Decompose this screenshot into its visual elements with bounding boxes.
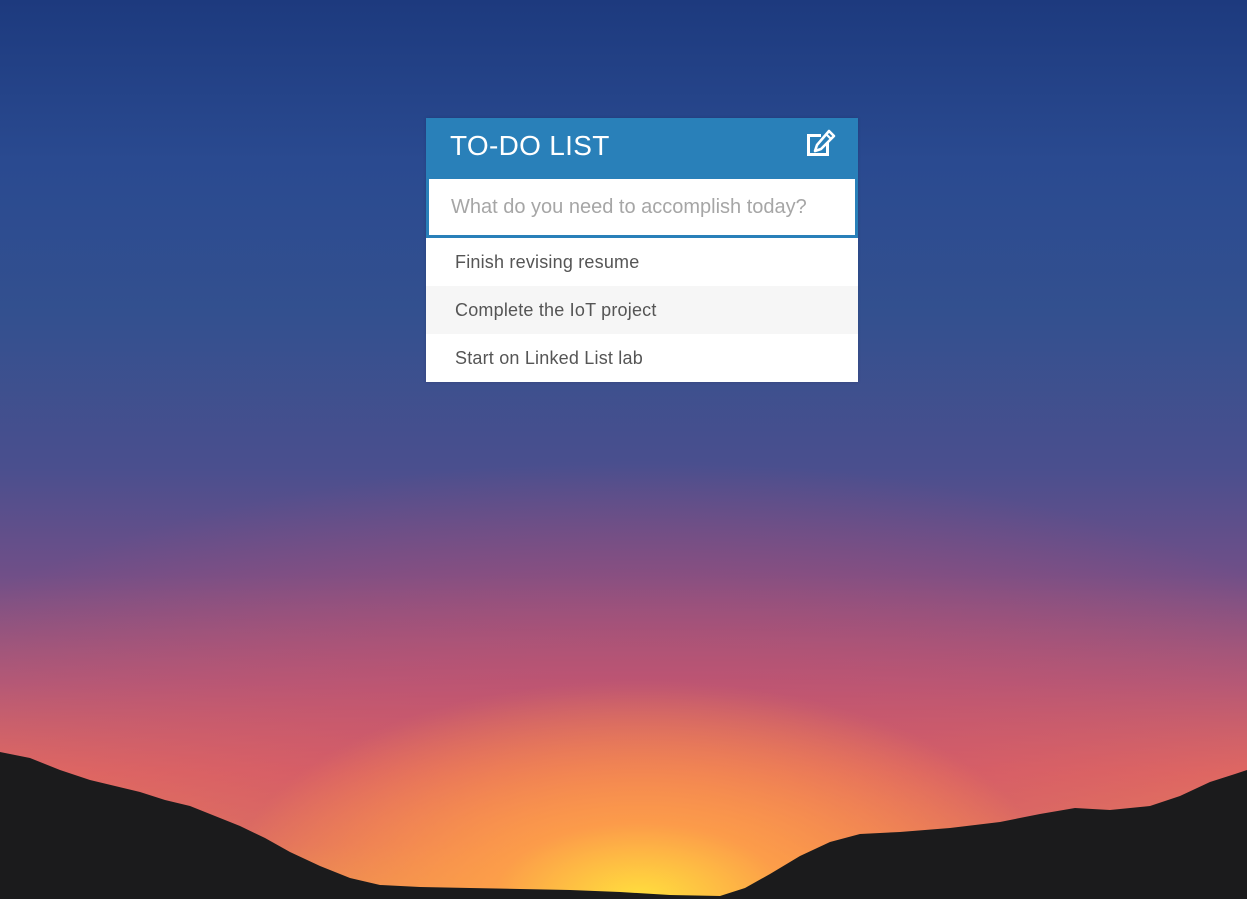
- todo-input-wrapper: [426, 177, 858, 238]
- todo-list: Finish revising resume Complete the IoT …: [426, 238, 858, 382]
- todo-item[interactable]: Complete the IoT project: [426, 286, 858, 334]
- todo-item[interactable]: Finish revising resume: [426, 238, 858, 286]
- new-todo-input[interactable]: [429, 179, 855, 235]
- todo-item[interactable]: Start on Linked List lab: [426, 334, 858, 382]
- edit-icon[interactable]: [804, 129, 836, 157]
- page-title: TO-DO LIST: [450, 130, 610, 161]
- todo-card: TO-DO LIST Finish revising resume Comple…: [426, 118, 858, 382]
- todo-header: TO-DO LIST: [426, 118, 858, 177]
